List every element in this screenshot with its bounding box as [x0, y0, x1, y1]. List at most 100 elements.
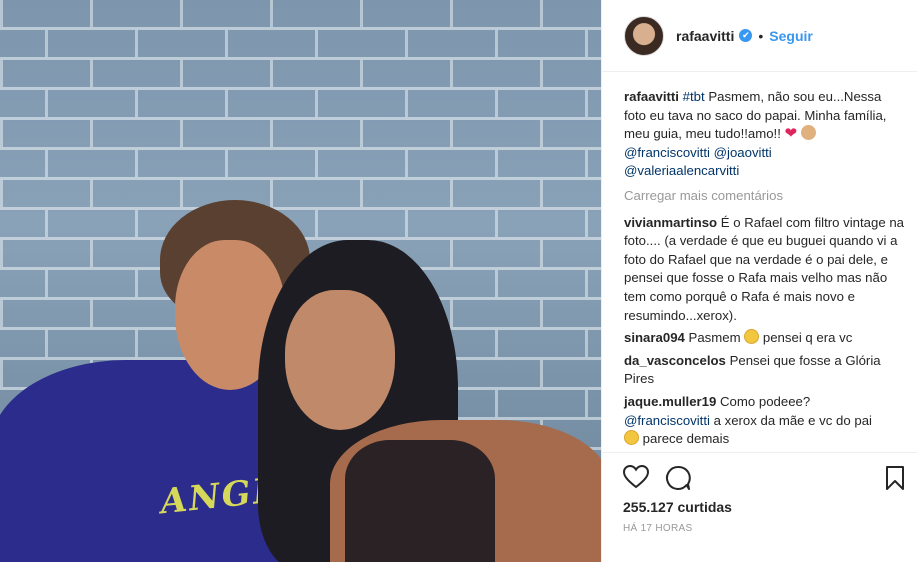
- heart-icon[interactable]: [622, 464, 650, 494]
- brick-joint: [495, 30, 498, 57]
- avatar[interactable]: [624, 15, 664, 56]
- load-more-comments-link[interactable]: Carregar mais comentários: [624, 187, 904, 206]
- brick-joint: [315, 210, 318, 237]
- brick-row: [0, 90, 601, 120]
- brick-joint: [135, 150, 138, 177]
- caption-hashtag[interactable]: #tbt: [683, 89, 705, 104]
- comment-item: jaque.muller19 Como podeee? @franciscovi…: [624, 393, 904, 449]
- brick-joint: [180, 60, 183, 87]
- comment-text: Como podeee?: [716, 393, 811, 409]
- brick-joint: [270, 180, 273, 207]
- comment-text: a xerox da mãe e vc do pai: [709, 412, 872, 428]
- brick-joint: [90, 0, 93, 27]
- brick-joint: [540, 180, 543, 207]
- brick-joint: [225, 90, 228, 117]
- brick-joint: [180, 0, 183, 27]
- woman-face: [285, 290, 395, 430]
- brick-joint: [585, 270, 588, 297]
- brick-joint: [495, 390, 498, 417]
- brick-joint: [405, 150, 408, 177]
- brick-joint: [495, 270, 498, 297]
- brick-joint: [45, 210, 48, 237]
- caption-username[interactable]: rafaavitti: [624, 89, 679, 104]
- comment-item: vivianmartinso É o Rafael com filtro vin…: [624, 214, 904, 326]
- brick-joint: [450, 300, 453, 327]
- brick-joint: [270, 120, 273, 147]
- brick-joint: [135, 330, 138, 357]
- brick-joint: [360, 60, 363, 87]
- brick-joint: [90, 180, 93, 207]
- comment-username[interactable]: da_vasconcelos: [624, 353, 726, 368]
- brick-joint: [45, 30, 48, 57]
- brick-joint: [585, 330, 588, 357]
- brick-joint: [495, 210, 498, 237]
- brick-joint: [450, 180, 453, 207]
- comment-item: da_vasconcelos Pensei que fosse a Glória…: [624, 352, 904, 389]
- brick-joint: [585, 210, 588, 237]
- brick-joint: [585, 390, 588, 417]
- brick-joint: [585, 150, 588, 177]
- brick-joint: [585, 90, 588, 117]
- brick-joint: [360, 0, 363, 27]
- brick-joint: [135, 270, 138, 297]
- follow-button[interactable]: Seguir: [769, 28, 813, 44]
- post-header: rafaavitti ✔ • Seguir: [602, 0, 917, 72]
- comment-username[interactable]: vivianmartinso: [624, 215, 717, 230]
- caption-mention-1[interactable]: @franciscovitti: [624, 145, 710, 160]
- brick-joint: [315, 150, 318, 177]
- brick-joint: [135, 30, 138, 57]
- brick-joint: [0, 60, 3, 87]
- caption-mention-3[interactable]: @valeriaalencarvitti: [624, 163, 739, 178]
- likes-count[interactable]: 255.127 curtidas: [623, 499, 732, 515]
- comment-icon[interactable]: [665, 465, 691, 494]
- actions-bar: 255.127 curtidas HÁ 17 HORAS: [601, 452, 917, 562]
- comment-text: pensei q era vc: [759, 330, 853, 346]
- brick-joint: [90, 60, 93, 87]
- brick-joint: [450, 120, 453, 147]
- brick-joint: [90, 120, 93, 147]
- comment-username[interactable]: jaque.muller19: [624, 394, 716, 409]
- brick-joint: [585, 30, 588, 57]
- brick-joint: [225, 150, 228, 177]
- caption-mention-2[interactable]: @joaovitti: [714, 145, 772, 160]
- woman-top: [345, 440, 495, 562]
- brick-row: [0, 30, 601, 60]
- verified-icon: ✔: [739, 29, 753, 42]
- brick-joint: [405, 30, 408, 57]
- brick-joint: [180, 180, 183, 207]
- brick-joint: [540, 300, 543, 327]
- brick-joint: [0, 240, 3, 267]
- brick-joint: [360, 180, 363, 207]
- brick-joint: [180, 120, 183, 147]
- comment-text: parece demais: [639, 431, 730, 447]
- brick-row: [0, 180, 601, 210]
- brick-joint: [540, 240, 543, 267]
- brick-joint: [90, 300, 93, 327]
- scream-emoji-icon: [744, 329, 760, 345]
- post-photo[interactable]: ANGELS IN: [0, 0, 601, 562]
- bookmark-icon[interactable]: [885, 465, 905, 494]
- brick-joint: [270, 0, 273, 27]
- brick-row: [0, 60, 601, 90]
- separator-dot: •: [758, 27, 764, 44]
- brick-joint: [450, 60, 453, 87]
- brick-joint: [405, 210, 408, 237]
- brick-joint: [0, 360, 3, 387]
- comment-username[interactable]: sinara094: [624, 330, 685, 345]
- post-timestamp[interactable]: HÁ 17 HORAS: [623, 523, 692, 534]
- brick-joint: [45, 270, 48, 297]
- brick-joint: [495, 150, 498, 177]
- flexed-biceps-emoji-icon: [800, 125, 816, 141]
- brick-joint: [225, 30, 228, 57]
- brick-joint: [450, 0, 453, 27]
- instagram-post: ANGELS IN rafaavitti ✔ • Seguir rafaavit…: [0, 0, 917, 562]
- comment-text: Pasmem: [684, 330, 745, 346]
- comment-item: sinara094 Pasmem pensei q era vc: [624, 329, 904, 348]
- brick-joint: [540, 120, 543, 147]
- author-username[interactable]: rafaavitti: [676, 28, 734, 44]
- brick-joint: [495, 330, 498, 357]
- brick-joint: [90, 240, 93, 267]
- brick-row: [0, 150, 601, 180]
- caption: rafaavitti #tbt Pasmem, não sou eu...Nes…: [624, 88, 904, 181]
- comment-mention[interactable]: @franciscovitti: [624, 413, 710, 428]
